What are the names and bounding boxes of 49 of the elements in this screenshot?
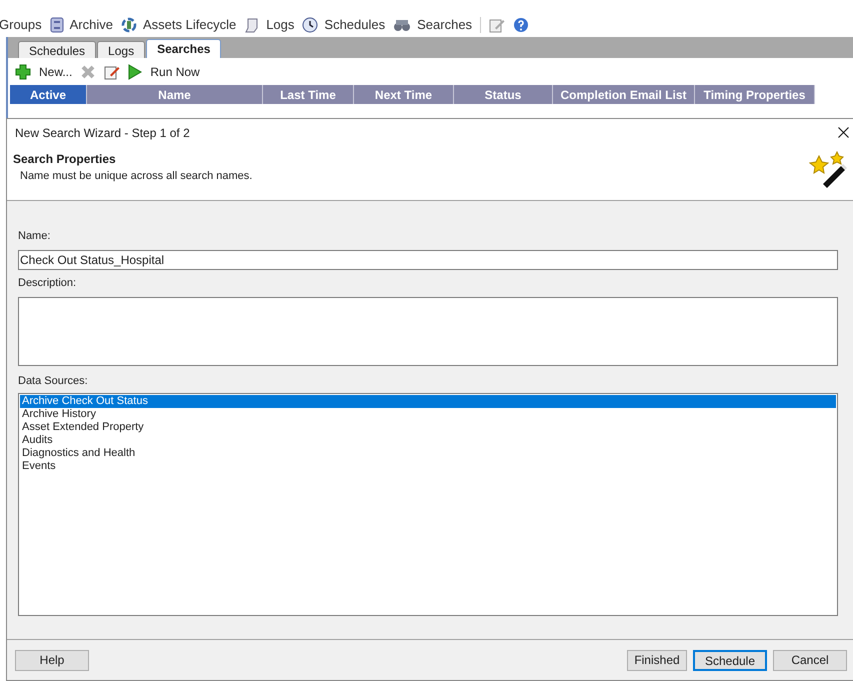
dialog-title: New Search Wizard - Step 1 of 2 bbox=[15, 124, 190, 142]
column-header[interactable]: Last Time bbox=[263, 85, 354, 104]
column-header[interactable]: Next Time bbox=[354, 85, 454, 104]
name-field[interactable]: Check Out Status_Hospital bbox=[18, 250, 838, 270]
toolbar-button[interactable] bbox=[103, 64, 122, 80]
description-field[interactable] bbox=[18, 297, 838, 366]
nav-menu-item[interactable]: Schedules bbox=[302, 14, 386, 34]
list-item[interactable]: Archive Check Out Status bbox=[20, 394, 836, 408]
column-header[interactable]: Status bbox=[454, 85, 553, 104]
list-item[interactable]: Asset Extended Property bbox=[20, 420, 836, 434]
field-label: Description: bbox=[18, 276, 78, 290]
column-header[interactable]: Name bbox=[87, 85, 263, 104]
section-heading: Search Properties bbox=[13, 151, 117, 168]
scroll-icon bbox=[244, 16, 260, 32]
close-icon[interactable] bbox=[838, 127, 849, 138]
delete-icon bbox=[80, 64, 96, 80]
column-header[interactable]: Active bbox=[10, 85, 87, 104]
nav-menu-item[interactable]: Logs bbox=[244, 14, 294, 34]
edit-icon bbox=[104, 64, 120, 80]
plus-icon bbox=[15, 64, 31, 80]
nav-menu-item[interactable]: Searches bbox=[393, 14, 472, 34]
help-icon[interactable] bbox=[513, 16, 530, 32]
cabinet-icon bbox=[50, 16, 64, 32]
tab[interactable]: Schedules bbox=[18, 41, 96, 58]
dialog-button[interactable]: Finished bbox=[627, 650, 687, 670]
edit-icon[interactable] bbox=[489, 16, 506, 32]
list-item[interactable]: Archive History bbox=[20, 408, 836, 420]
magic-wand-icon bbox=[809, 150, 849, 190]
play-icon bbox=[128, 64, 142, 80]
nav-menu-item[interactable]: Groups bbox=[0, 14, 42, 34]
toolbar-button[interactable]: Run Now bbox=[127, 62, 201, 80]
tab[interactable]: Searches bbox=[146, 39, 222, 58]
field-label: Name: bbox=[18, 229, 52, 244]
nav-menu-item[interactable]: Assets Lifecycle bbox=[121, 14, 236, 34]
list-item[interactable]: Diagnostics and Health bbox=[20, 446, 836, 460]
section-subtitle: Name must be unique across all search names. bbox=[19, 169, 252, 184]
column-header[interactable]: Timing Properties bbox=[695, 85, 815, 104]
dialog-button[interactable]: Schedule bbox=[693, 650, 767, 670]
list-item[interactable]: Events bbox=[20, 460, 836, 472]
dialog-button[interactable]: Cancel bbox=[773, 650, 847, 670]
list-item[interactable]: Audits bbox=[20, 434, 836, 446]
clock-icon bbox=[302, 16, 318, 32]
cycle-icon bbox=[121, 16, 137, 32]
help-button[interactable]: Help bbox=[15, 650, 89, 670]
column-header[interactable]: Completion Email List bbox=[553, 85, 695, 104]
toolbar-button[interactable]: New... bbox=[14, 62, 74, 80]
nav-menu-item[interactable]: Archive bbox=[50, 14, 113, 34]
field-label: Data Sources: bbox=[18, 374, 89, 389]
tab[interactable]: Logs bbox=[97, 41, 146, 58]
